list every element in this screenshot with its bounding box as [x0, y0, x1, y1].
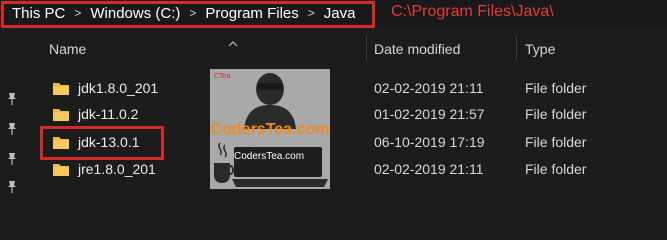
- tea-cup-icon: [214, 142, 234, 183]
- folder-icon: [53, 83, 69, 95]
- address-highlight-box: [1, 1, 375, 28]
- file-date: 02-02-2019 21:11: [374, 161, 484, 177]
- folder-icon: [53, 109, 69, 121]
- pin-icon[interactable]: [6, 180, 18, 194]
- logo-brand: CodersTea.com: [210, 121, 330, 138]
- file-row[interactable]: jre1.8.0_201 02-02-2019 21:11 File folde…: [40, 159, 660, 181]
- column-divider[interactable]: [366, 36, 367, 60]
- folder-icon: [53, 164, 69, 176]
- file-type: File folder: [525, 80, 587, 96]
- pin-icon[interactable]: [6, 152, 18, 166]
- navigation-pane[interactable]: [0, 30, 28, 205]
- file-row[interactable]: jdk1.8.0_201 02-02-2019 21:11 File folde…: [40, 78, 660, 100]
- file-name[interactable]: jre1.8.0_201: [78, 161, 156, 177]
- column-name[interactable]: Name: [49, 41, 86, 57]
- file-type: File folder: [525, 161, 587, 177]
- file-date: 01-02-2019 21:57: [374, 106, 485, 122]
- file-type: File folder: [525, 134, 587, 150]
- column-divider[interactable]: [516, 36, 517, 60]
- file-type: File folder: [525, 106, 587, 122]
- file-date: 06-10-2019 17:19: [374, 134, 485, 150]
- coderstea-logo: CTea CodersTea.com CodersTea.com: [210, 69, 330, 189]
- logo-brand-small: CodersTea.com: [234, 151, 305, 162]
- column-type[interactable]: Type: [525, 41, 555, 57]
- file-row[interactable]: jdk-11.0.2 01-02-2019 21:57 File folder: [40, 104, 660, 126]
- file-name[interactable]: jdk-11.0.2: [78, 106, 138, 122]
- pin-icon[interactable]: [6, 92, 18, 106]
- column-date-modified[interactable]: Date modified: [374, 41, 460, 57]
- path-annotation: C:\Program Files\Java\: [391, 3, 554, 20]
- pin-icon[interactable]: [6, 122, 18, 136]
- file-name[interactable]: jdk1.8.0_201: [78, 80, 158, 96]
- row-highlight-box: [40, 126, 164, 160]
- file-date: 02-02-2019 21:11: [374, 80, 484, 96]
- chevron-up-icon[interactable]: [228, 34, 238, 52]
- column-header-row: Name Date modified Type: [30, 34, 667, 62]
- logo-badge: CTea: [214, 72, 231, 80]
